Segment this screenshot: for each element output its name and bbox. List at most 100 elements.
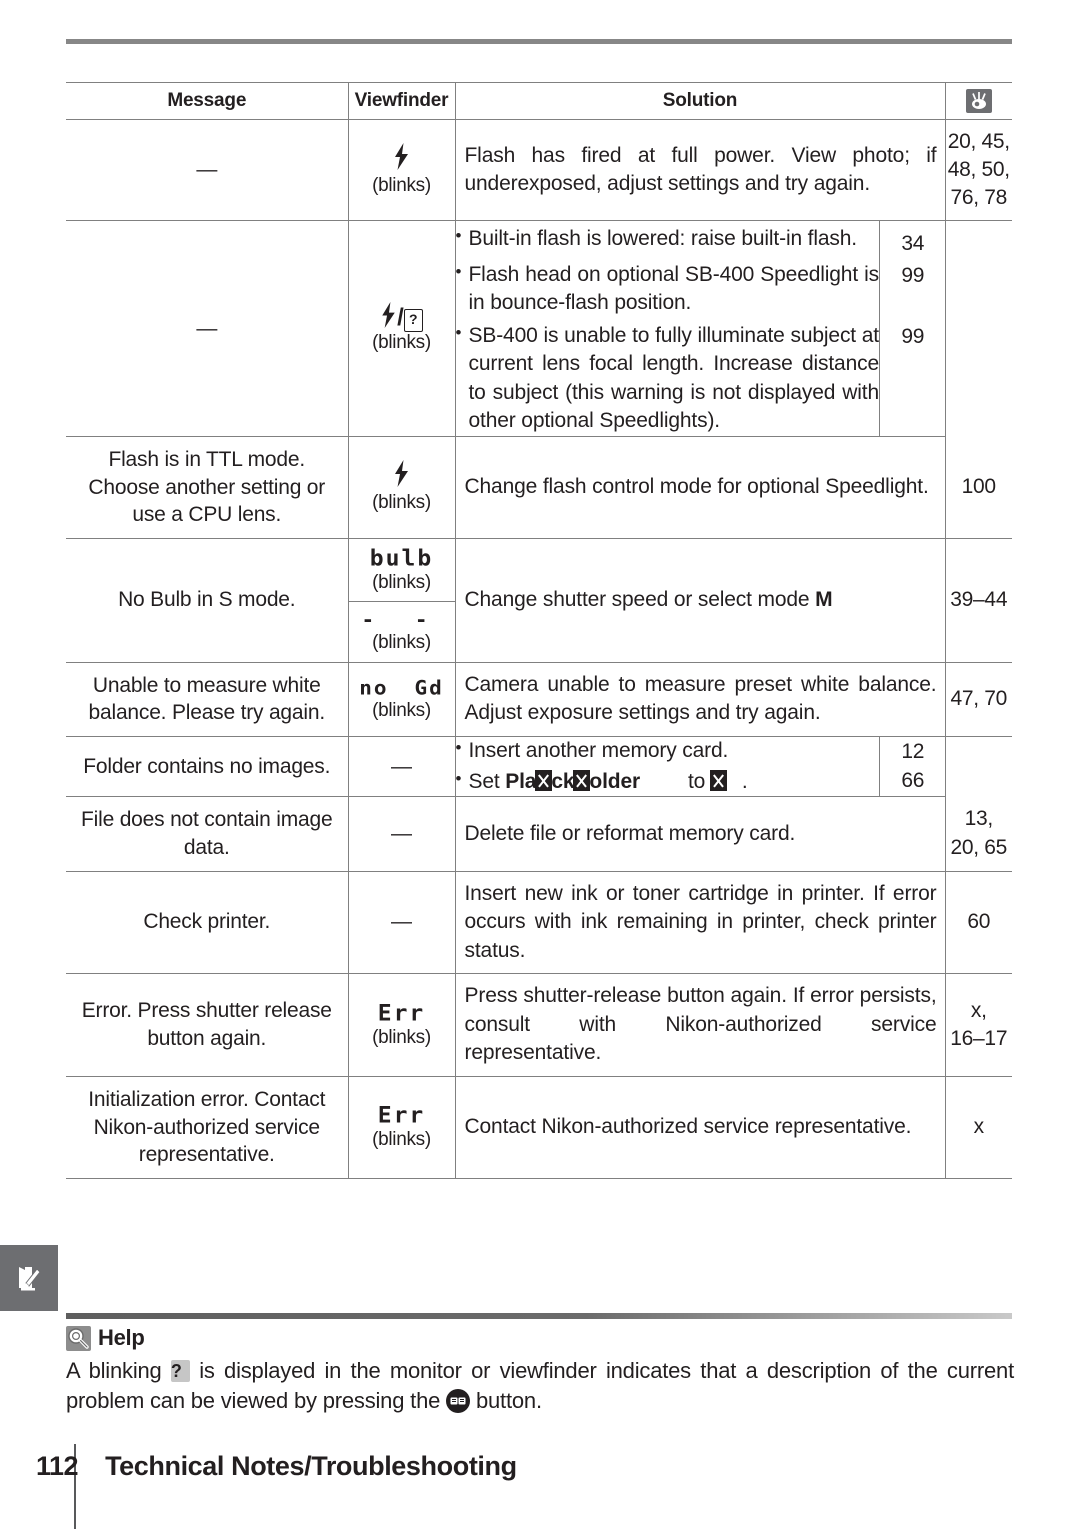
cell-page-reference: x [973, 1115, 985, 1139]
table-row: Initialization error. Contact Nikon-auth… [66, 1076, 1012, 1179]
lcd-dashes-indicator: - - [361, 608, 442, 632]
help-text-before: A blinking [66, 1358, 171, 1383]
cell-page-reference: 20, 45, 48, 50, 76, 78 [947, 130, 1010, 210]
cell-viewfinder: (blinks) [349, 136, 455, 205]
cell-viewfinder: Err (blinks) [349, 994, 455, 1057]
cell-viewfinder: Err (blinks) [349, 1096, 455, 1159]
table-row: Error. Press shutter release button agai… [66, 973, 1012, 1077]
em-dash-icon: — [391, 910, 412, 934]
cell-viewfinder: — [349, 815, 455, 853]
table-row: Folder contains no images. — Insert an [66, 736, 1012, 798]
lcd-bulb-indicator: bulb [369, 546, 434, 572]
solution-text: Change shutter speed or select mode [464, 587, 816, 611]
blinks-note: (blinks) [372, 174, 431, 196]
cell-message: File does not contain image data. [81, 808, 333, 859]
cell-solution: Press shutter-release button again. If e… [464, 984, 937, 1065]
cell-viewfinder: — [349, 903, 455, 941]
qm-button-icon [446, 1389, 471, 1414]
cell-page-reference: 12 [879, 736, 946, 767]
help-heading: Help [66, 1325, 145, 1351]
cell-message: — [196, 316, 218, 340]
cell-page-reference: 99 [879, 319, 946, 436]
column-header-solution: Solution [455, 82, 946, 120]
cell-viewfinder-top: bulb (blinks) [348, 539, 455, 602]
lcd-err-indicator: Err [377, 1001, 426, 1026]
table-row: No Bulb in S mode. bulb (blinks) - - (bl… [66, 538, 1012, 663]
error-message-table: Message Viewfinder Solution — (blinks) F… [66, 82, 1012, 1179]
running-title: Technical Notes/Troubleshooting [105, 1451, 517, 1481]
help-title: Help [98, 1325, 145, 1350]
solution-item: SB-400 is unable to fully illuminate sub… [456, 319, 946, 436]
question-mark-badge: ? [170, 1360, 190, 1382]
cell-page-reference: x, 16–17 [950, 998, 1008, 1050]
cell-message: Unable to measure white balance. Please … [88, 673, 326, 725]
blinks-note: (blinks) [372, 571, 431, 593]
cell-solution: Insert new ink or toner cartridge in pri… [464, 881, 937, 962]
cell-message: Check printer. [143, 910, 271, 934]
blinks-note: (blinks) [372, 492, 431, 514]
help-body: A blinking ? is displayed in the monitor… [66, 1356, 1014, 1417]
solution-bullet: Insert another memory card. [456, 736, 880, 766]
flash-bolt-icon [353, 459, 451, 492]
em-dash-icon: — [391, 754, 412, 778]
lcd-gd-indicator: Gd [414, 676, 444, 700]
solution-bullet: Set Plackolderto . [456, 767, 880, 797]
cell-page-reference: 66 [879, 766, 946, 797]
help-text-after: button. [470, 1388, 542, 1414]
column-header-page-reference [945, 82, 1012, 120]
cell-viewfinder-bottom: - - (blinks) [349, 602, 455, 662]
cell-solution: Flash has fired at full power. View phot… [464, 143, 937, 196]
solution-item: Built-in flash is lowered: raise built-i… [456, 221, 946, 259]
cell-page-reference: 34 [879, 221, 946, 259]
cell-solution: Delete file or reformat memory card. [464, 821, 796, 845]
chapter-tab [0, 1245, 58, 1311]
solution-bullet: Flash head on optional SB-400 Speedlight… [456, 259, 880, 318]
blinks-note: (blinks) [372, 1128, 431, 1150]
cell-message: Initialization error. Contact Nikon-auth… [88, 1087, 326, 1167]
table-row: Unable to measure white balance. Please … [66, 662, 1012, 737]
cell-message: Flash is in TTL mode. Choose another set… [88, 447, 326, 527]
cell-viewfinder: /? (blinks) [349, 295, 455, 362]
blinks-note: (blinks) [372, 631, 431, 653]
error-message-table-wrapper: Message Viewfinder Solution — (blinks) F… [66, 82, 1012, 1179]
help-rule [66, 1313, 1012, 1319]
cell-page-reference: 99 [879, 258, 946, 320]
reference-page-icon [965, 89, 992, 113]
cell-solution: Change shutter speed or select mode M [456, 578, 945, 623]
missing-glyph-icon [535, 769, 553, 791]
flash-bolt-slash-question-icon: /? [353, 302, 451, 333]
missing-glyph-icon [709, 769, 727, 791]
table-row: — (blinks) Flash has fired at full power… [66, 118, 1012, 222]
top-rule [66, 39, 1012, 44]
mode-label: M [815, 587, 833, 611]
table-row: File does not contain image data. — Dele… [66, 796, 1012, 872]
solution-item: Flash head on optional SB-400 Speedlight… [456, 258, 946, 320]
cell-page-reference: 100 [961, 475, 996, 499]
lcd-no-indicator: no [359, 676, 389, 700]
missing-glyph-icon [573, 769, 591, 791]
cell-message: — [196, 158, 218, 182]
lcd-err-indicator: Err [377, 1103, 426, 1129]
cell-viewfinder: — [349, 748, 455, 786]
menu-value-all [709, 769, 727, 793]
cell-solution: Contact Nikon-authorized service represe… [464, 1115, 912, 1139]
blinks-note: (blinks) [372, 1026, 431, 1048]
note-pencil-icon [19, 1264, 41, 1291]
table-row: — /? (blinks) • Built-in flash is lowere… [66, 220, 1012, 437]
cell-message: No Bulb in S mode. [118, 588, 296, 612]
cell-message: Error. Press shutter release button agai… [81, 999, 332, 1050]
flash-bolt-icon [353, 142, 451, 175]
cell-viewfinder: no Gd (blinks) [349, 669, 455, 730]
blinks-note: (blinks) [372, 332, 431, 354]
cell-viewfinder: (blinks) [349, 453, 455, 522]
table-row: Check printer. — Insert new ink or toner… [66, 871, 1012, 975]
solution-bullet: SB-400 is unable to fully illuminate sub… [456, 321, 880, 436]
solution-item: Insert another memory card. 12 [456, 736, 946, 767]
cell-page-reference: 60 [967, 910, 991, 934]
cell-solution: Change flash control mode for optional S… [464, 475, 929, 499]
menu-name-playback-folder: Pla ck older [505, 769, 640, 793]
cell-page-reference: 39–44 [950, 588, 1008, 612]
cell-page-reference: 47, 70 [950, 687, 1008, 711]
blinks-note: (blinks) [372, 699, 431, 721]
cell-message: Folder contains no images. [83, 754, 331, 778]
